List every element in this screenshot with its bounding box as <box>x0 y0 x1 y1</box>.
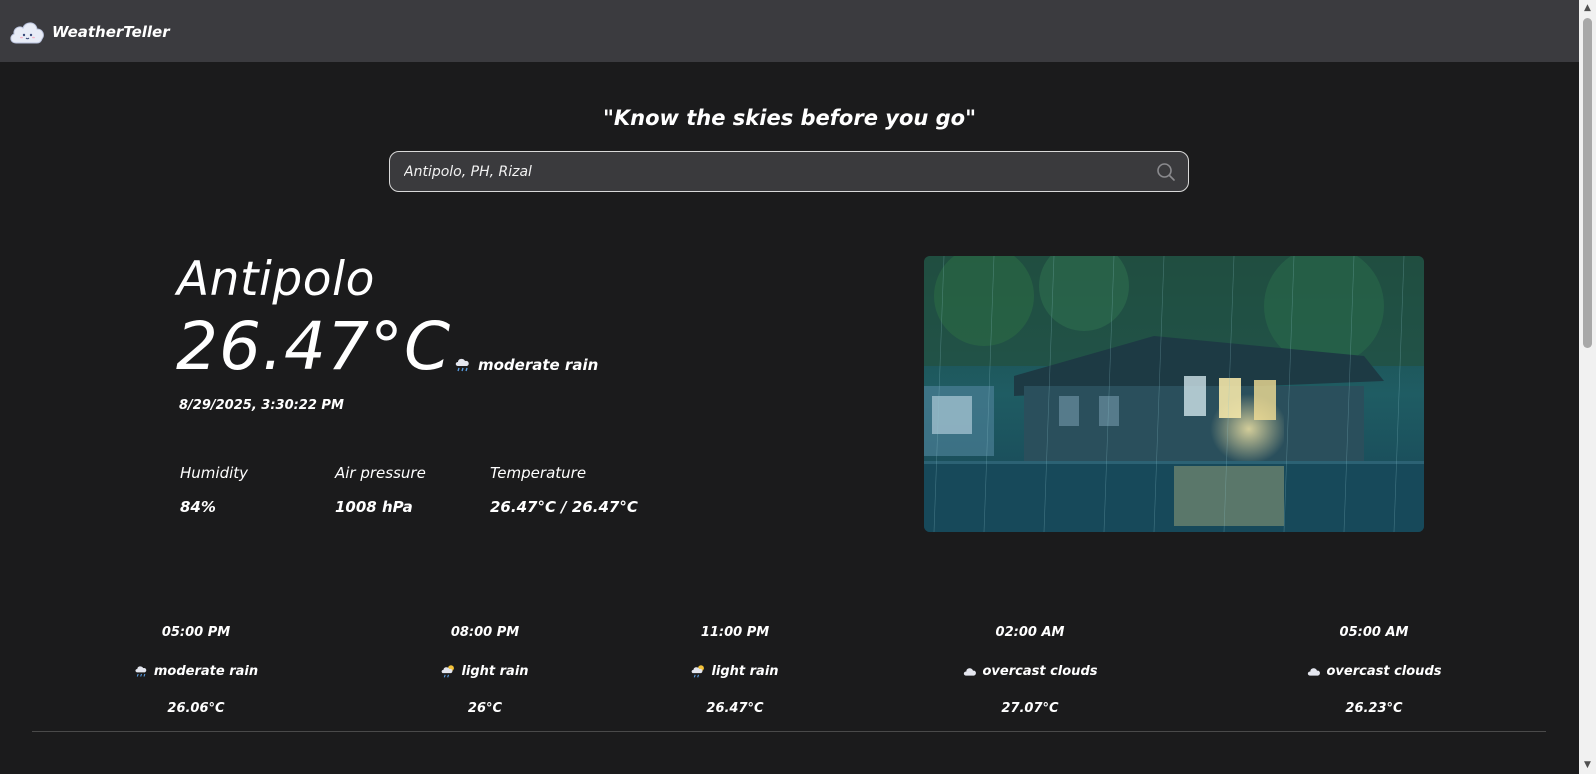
cloud-icon <box>963 667 976 676</box>
forecast-divider <box>32 731 1546 732</box>
stat-temperature: Temperature 26.47°C / 26.47°C <box>490 464 638 516</box>
forecast-time: 02:00 AM <box>995 625 1065 640</box>
cloud-face-icon <box>10 22 44 44</box>
forecast-temp: 26.06°C <box>167 701 225 716</box>
datetime: 8/29/2025, 3:30:22 PM <box>179 398 344 413</box>
forecast-condition-label: moderate rain <box>153 663 259 679</box>
brand[interactable]: WeatherTeller <box>8 18 170 46</box>
search-bar <box>389 151 1189 192</box>
app-title: WeatherTeller <box>52 23 170 41</box>
forecast-time: 05:00 PM <box>161 625 231 640</box>
weather-image <box>924 256 1424 532</box>
scrollbar-thumb[interactable] <box>1583 18 1592 348</box>
condition-label: moderate rain <box>478 356 599 374</box>
tagline: "Know the skies before you go" <box>602 106 977 130</box>
forecast-item: 05:00 AM overcast clouds 26.23°C <box>1259 625 1489 717</box>
forecast-temp: 26°C <box>467 701 503 716</box>
forecast-condition-label: light rain <box>711 663 779 679</box>
stat-label: Humidity <box>180 464 249 482</box>
forecast-condition-label: light rain <box>461 663 529 679</box>
page-scrollbar[interactable]: ▲ ▼ <box>1579 0 1596 774</box>
search-icon[interactable] <box>1156 162 1176 182</box>
forecast-item: 02:00 AM overcast clouds 27.07°C <box>915 625 1145 717</box>
forecast-time: 05:00 AM <box>1339 625 1409 640</box>
forecast-condition-label: overcast clouds <box>1326 663 1442 679</box>
sun-rain-icon <box>692 664 705 678</box>
search-input[interactable] <box>404 152 1144 191</box>
stat-label: Air pressure <box>335 464 426 482</box>
forecast-item: 11:00 PM light rain 26.47°C <box>620 625 850 717</box>
rain-cloud-icon <box>455 358 469 372</box>
forecast-condition: overcast clouds <box>1259 663 1489 679</box>
forecast-condition: moderate rain <box>81 663 311 679</box>
stat-value: 84% <box>180 498 216 516</box>
stat-value: 26.47°C / 26.47°C <box>490 498 638 516</box>
current-temperature: 26.47°C <box>176 308 452 385</box>
stat-value: 1008 hPa <box>335 498 413 516</box>
forecast-condition-label: overcast clouds <box>982 663 1098 679</box>
forecast-time: 11:00 PM <box>700 625 770 640</box>
stat-label: Temperature <box>490 464 587 482</box>
cloud-icon <box>1307 667 1320 676</box>
forecast-temp: 26.47°C <box>706 701 764 716</box>
forecast-condition: overcast clouds <box>915 663 1145 679</box>
forecast-condition: light rain <box>370 663 600 679</box>
current-condition: moderate rain <box>454 356 598 374</box>
city-name: Antipolo <box>177 252 375 307</box>
scroll-up-arrow-icon[interactable]: ▲ <box>1579 0 1596 17</box>
stat-air-pressure: Air pressure 1008 hPa <box>335 464 426 516</box>
scroll-down-arrow-icon[interactable]: ▼ <box>1579 757 1596 774</box>
sun-rain-icon <box>442 664 455 678</box>
stat-humidity: Humidity 84% <box>180 464 248 516</box>
forecast-item: 05:00 PM moderate rain 26.06°C <box>81 625 311 717</box>
rain-cloud-icon <box>135 665 147 677</box>
forecast-item: 08:00 PM light rain 26°C <box>370 625 600 717</box>
forecast-temp: 26.23°C <box>1345 701 1403 716</box>
forecast-time: 08:00 PM <box>450 625 520 640</box>
top-navbar: WeatherTeller <box>0 0 1596 62</box>
forecast-temp: 27.07°C <box>1001 701 1059 716</box>
forecast-condition: light rain <box>620 663 850 679</box>
